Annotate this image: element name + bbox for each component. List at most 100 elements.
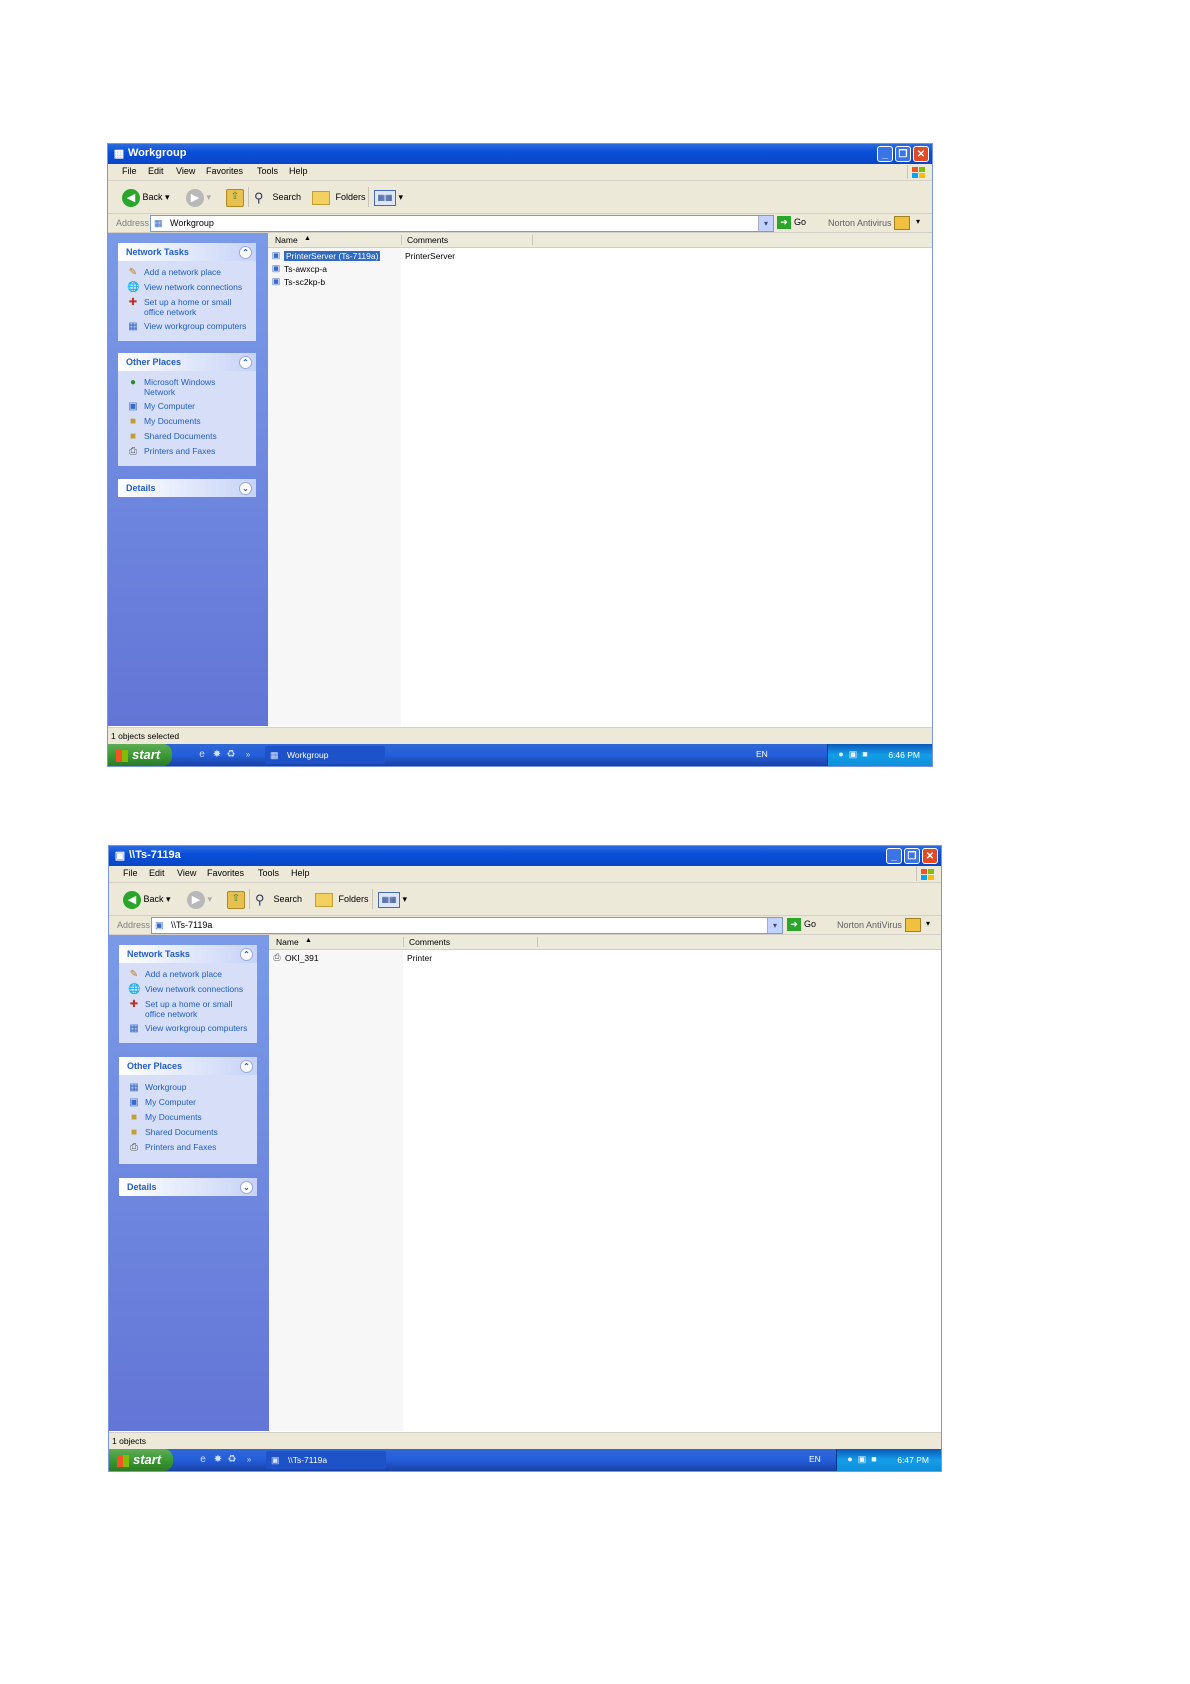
internet-explorer-icon[interactable]: e: [197, 1454, 209, 1466]
go-button[interactable]: ➜ Go: [787, 918, 816, 931]
title-bar[interactable]: ▦ Workgroup _ ❐ ✕: [108, 144, 932, 164]
forward-button[interactable]: ▶ ▾: [186, 188, 211, 207]
menu-file[interactable]: File: [123, 868, 138, 878]
norton-antivirus-button[interactable]: Norton AntiVirus: [837, 920, 902, 930]
panel-header[interactable]: Details ⌄: [118, 479, 256, 497]
menu-edit[interactable]: Edit: [149, 868, 165, 878]
file-row[interactable]: ▣ PrinterServer (Ts-7119a): [271, 250, 381, 262]
menu-help[interactable]: Help: [291, 868, 310, 878]
menu-edit[interactable]: Edit: [148, 166, 164, 176]
menu-file[interactable]: File: [122, 166, 137, 176]
tray-network-icon[interactable]: ▣: [848, 749, 858, 760]
minimize-button[interactable]: _: [877, 146, 893, 162]
network-setup-icon[interactable]: ✸: [212, 1454, 224, 1466]
file-row[interactable]: ⎙ OKI_391: [272, 952, 318, 964]
task-setup-home-network[interactable]: ✚ Set up a home or small office network: [119, 999, 257, 1019]
task-view-network-connections[interactable]: 🌐 View network connections: [119, 984, 257, 995]
column-comments[interactable]: Comments: [409, 937, 450, 947]
task-view-network-connections[interactable]: 🌐 View network connections: [118, 282, 256, 293]
menu-view[interactable]: View: [176, 166, 195, 176]
file-row[interactable]: ▣ Ts-awxcp-a: [271, 263, 327, 275]
recycle-icon[interactable]: ♻: [225, 749, 237, 761]
tray-norton-icon[interactable]: ■: [869, 1454, 879, 1465]
taskbar-window-button[interactable]: ▦ Workgroup: [265, 746, 385, 764]
tray-shield-icon[interactable]: ●: [836, 749, 846, 760]
task-setup-home-network[interactable]: ✚ Set up a home or small office network: [118, 297, 256, 317]
expand-icon[interactable]: ⌄: [239, 482, 252, 495]
views-button[interactable]: ▦▦ ▾: [378, 890, 407, 908]
start-button[interactable]: start: [108, 744, 172, 766]
address-field[interactable]: ▦ Workgroup ▾: [150, 215, 774, 232]
place-my-computer[interactable]: ▣ My Computer: [119, 1097, 257, 1108]
column-name[interactable]: Name: [276, 937, 299, 947]
place-my-documents[interactable]: ■ My Documents: [119, 1112, 257, 1123]
tray-network-icon[interactable]: ▣: [857, 1454, 867, 1465]
place-printers-and-faxes[interactable]: ⎙ Printers and Faxes: [119, 1142, 257, 1153]
expand-icon[interactable]: ⌄: [240, 1181, 253, 1194]
up-folder-button[interactable]: ⇧: [226, 188, 244, 207]
panel-header[interactable]: Other Places ⌃: [118, 353, 256, 371]
chevron-down-icon[interactable]: ▾: [926, 919, 930, 928]
title-bar[interactable]: ▣ \\Ts-7119a _ ❐ ✕: [109, 846, 941, 866]
chevron-down-icon[interactable]: ▾: [916, 217, 920, 226]
network-setup-icon[interactable]: ✸: [211, 749, 223, 761]
search-button[interactable]: ⚲ Search: [254, 188, 301, 206]
menu-view[interactable]: View: [177, 868, 196, 878]
menu-tools[interactable]: Tools: [258, 868, 279, 878]
chevron-right-icon[interactable]: »: [242, 749, 254, 761]
start-button[interactable]: start: [109, 1449, 173, 1471]
menu-favorites[interactable]: Favorites: [206, 166, 243, 176]
place-shared-documents[interactable]: ■ Shared Documents: [118, 431, 256, 442]
column-name[interactable]: Name: [275, 235, 298, 245]
language-indicator[interactable]: EN: [809, 1454, 821, 1464]
back-button[interactable]: ◀ Back ▾: [123, 890, 171, 909]
go-button[interactable]: ➜ Go: [777, 216, 806, 229]
menu-favorites[interactable]: Favorites: [207, 868, 244, 878]
tray-norton-icon[interactable]: ■: [860, 749, 870, 760]
collapse-icon[interactable]: ⌃: [239, 246, 252, 259]
language-indicator[interactable]: EN: [756, 749, 768, 759]
address-field[interactable]: ▣ \\Ts-7119a ▾: [151, 917, 783, 934]
task-view-workgroup-computers[interactable]: ▦ View workgroup computers: [118, 321, 256, 332]
place-workgroup[interactable]: ▦ Workgroup: [119, 1082, 257, 1093]
recycle-icon[interactable]: ♻: [226, 1454, 238, 1466]
taskbar-window-button[interactable]: ▣ \\Ts-7119a: [266, 1451, 386, 1469]
collapse-icon[interactable]: ⌃: [240, 1060, 253, 1073]
restore-button[interactable]: ❐: [904, 848, 920, 864]
task-add-network-place[interactable]: ✎ Add a network place: [118, 267, 256, 278]
collapse-icon[interactable]: ⌃: [239, 356, 252, 369]
panel-header[interactable]: Network Tasks ⌃: [119, 945, 257, 963]
collapse-icon[interactable]: ⌃: [240, 948, 253, 961]
menu-tools[interactable]: Tools: [257, 166, 278, 176]
task-view-workgroup-computers[interactable]: ▦ View workgroup computers: [119, 1023, 257, 1034]
close-button[interactable]: ✕: [922, 848, 938, 864]
task-add-network-place[interactable]: ✎ Add a network place: [119, 969, 257, 980]
tray-shield-icon[interactable]: ●: [845, 1454, 855, 1465]
panel-header[interactable]: Details ⌄: [119, 1178, 257, 1196]
place-microsoft-windows-network[interactable]: ● Microsoft Windows Network: [118, 377, 256, 397]
minimize-button[interactable]: _: [886, 848, 902, 864]
column-comments[interactable]: Comments: [407, 235, 448, 245]
close-button[interactable]: ✕: [913, 146, 929, 162]
place-printers-and-faxes[interactable]: ⎙ Printers and Faxes: [118, 446, 256, 457]
file-row[interactable]: ▣ Ts-sc2kp-b: [271, 276, 325, 288]
panel-header[interactable]: Other Places ⌃: [119, 1057, 257, 1075]
chevron-right-icon[interactable]: »: [243, 1454, 255, 1466]
folders-button[interactable]: Folders: [312, 188, 366, 206]
address-dropdown-button[interactable]: ▾: [758, 216, 773, 231]
place-my-computer[interactable]: ▣ My Computer: [118, 401, 256, 412]
views-button[interactable]: ▦▦ ▾: [374, 188, 403, 206]
menu-help[interactable]: Help: [289, 166, 308, 176]
place-shared-documents[interactable]: ■ Shared Documents: [119, 1127, 257, 1138]
internet-explorer-icon[interactable]: e: [196, 749, 208, 761]
back-button[interactable]: ◀ Back ▾: [122, 188, 170, 207]
restore-button[interactable]: ❐: [895, 146, 911, 162]
up-folder-button[interactable]: ⇧: [227, 890, 245, 909]
norton-antivirus-button[interactable]: Norton Antivirus: [828, 218, 892, 228]
place-my-documents[interactable]: ■ My Documents: [118, 416, 256, 427]
search-button[interactable]: ⚲ Search: [255, 890, 302, 908]
folders-button[interactable]: Folders: [315, 890, 369, 908]
panel-header[interactable]: Network Tasks ⌃: [118, 243, 256, 261]
address-dropdown-button[interactable]: ▾: [767, 918, 782, 933]
forward-button[interactable]: ▶ ▾: [187, 890, 212, 909]
